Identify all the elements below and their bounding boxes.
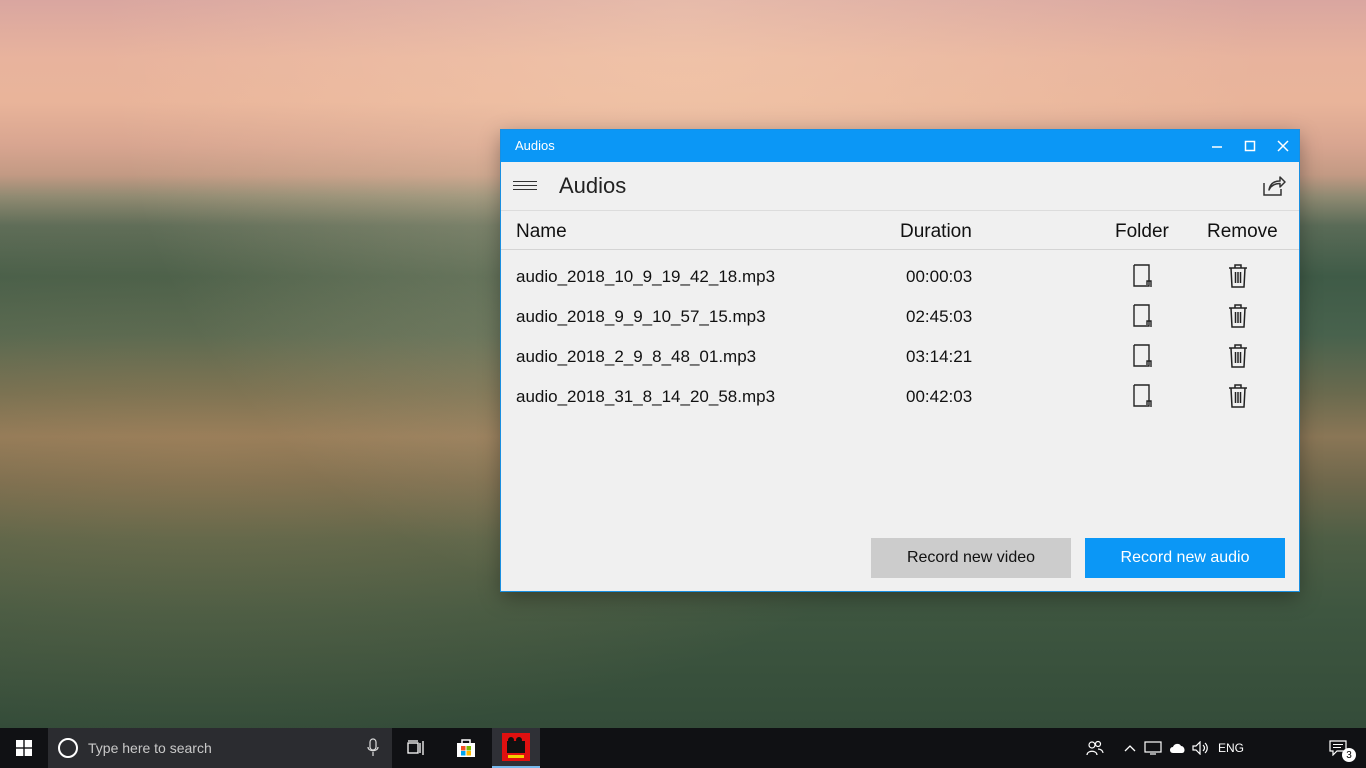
column-header-remove: Remove xyxy=(1207,221,1278,242)
audio-duration: 02:45:03 xyxy=(906,307,973,326)
taskbar-search-box[interactable]: Type here to search xyxy=(48,728,392,768)
audio-list: audio_2018_10_9_19_42_18.mp3 00:00:03 au… xyxy=(501,250,1299,416)
audio-name: audio_2018_2_9_8_48_01.mp3 xyxy=(516,347,757,366)
input-language-button[interactable]: ENG xyxy=(1214,728,1248,768)
audio-name: audio_2018_10_9_19_42_18.mp3 xyxy=(516,267,776,286)
folder-icon[interactable] xyxy=(1132,383,1154,409)
action-center-button[interactable]: 3 xyxy=(1318,728,1358,768)
app-bar: Audios xyxy=(501,162,1299,211)
trash-icon[interactable] xyxy=(1227,263,1249,289)
show-hidden-icons-button[interactable] xyxy=(1120,728,1140,768)
column-header-name[interactable]: Name xyxy=(516,221,567,243)
trash-icon[interactable] xyxy=(1227,383,1249,409)
cloud-icon xyxy=(1170,743,1185,753)
window-title: Audios xyxy=(515,138,555,153)
app-window: Audios Audios Name Duration Folder Remov… xyxy=(501,130,1299,591)
record-new-video-button[interactable]: Record new video xyxy=(871,538,1071,578)
network-icon xyxy=(1144,741,1162,755)
table-row[interactable]: audio_2018_31_8_14_20_58.mp3 00:42:03 xyxy=(501,376,1299,416)
onedrive-button[interactable] xyxy=(1166,728,1190,768)
maximize-icon xyxy=(1244,140,1255,152)
share-icon xyxy=(1263,176,1286,196)
title-bar[interactable]: Audios xyxy=(501,130,1299,162)
trash-icon[interactable] xyxy=(1227,343,1249,369)
notification-count-badge: 3 xyxy=(1342,748,1356,762)
recorder-app-icon xyxy=(502,733,530,761)
page-title: Audios xyxy=(559,173,627,198)
folder-icon[interactable] xyxy=(1132,343,1154,369)
table-row[interactable]: audio_2018_2_9_8_48_01.mp3 03:14:21 xyxy=(501,336,1299,376)
recorder-app-button[interactable] xyxy=(492,728,540,768)
network-button[interactable] xyxy=(1142,728,1164,768)
store-icon xyxy=(457,739,475,757)
audio-name: audio_2018_9_9_10_57_15.mp3 xyxy=(516,307,766,326)
chevron-up-icon xyxy=(1124,745,1136,752)
taskbar: Type here to search ENG 3 xyxy=(0,728,1366,768)
audio-duration: 03:14:21 xyxy=(906,347,973,366)
people-button[interactable] xyxy=(1080,728,1110,768)
table-row[interactable]: audio_2018_10_9_19_42_18.mp3 00:00:03 xyxy=(501,256,1299,296)
folder-icon[interactable] xyxy=(1132,303,1154,329)
record-new-audio-button[interactable]: Record new audio xyxy=(1085,538,1285,578)
minimize-icon xyxy=(1211,146,1222,148)
start-button[interactable] xyxy=(0,728,48,768)
hamburger-menu-icon[interactable] xyxy=(513,178,537,194)
table-row[interactable]: audio_2018_9_9_10_57_15.mp3 02:45:03 xyxy=(501,296,1299,336)
column-header-duration[interactable]: Duration xyxy=(900,221,972,243)
folder-icon[interactable] xyxy=(1132,263,1154,289)
audio-duration: 00:00:03 xyxy=(906,267,973,286)
audio-name: audio_2018_31_8_14_20_58.mp3 xyxy=(516,387,776,406)
share-button[interactable] xyxy=(1261,174,1287,198)
minimize-button[interactable] xyxy=(1200,130,1233,162)
close-button[interactable] xyxy=(1266,130,1299,162)
column-header-folder: Folder xyxy=(1115,221,1169,242)
task-view-icon xyxy=(407,740,424,755)
maximize-button[interactable] xyxy=(1233,130,1266,162)
cortana-icon xyxy=(58,738,78,758)
volume-button[interactable] xyxy=(1190,728,1212,768)
trash-icon[interactable] xyxy=(1227,303,1249,329)
people-icon xyxy=(1086,740,1104,756)
task-view-button[interactable] xyxy=(392,728,440,768)
microphone-icon[interactable] xyxy=(366,738,380,758)
store-button[interactable] xyxy=(442,728,490,768)
audio-duration: 00:42:03 xyxy=(906,387,973,406)
table-header: Name Duration Folder Remove xyxy=(501,211,1299,250)
close-icon xyxy=(1276,140,1289,152)
windows-logo-icon xyxy=(16,740,32,756)
volume-icon xyxy=(1192,741,1208,755)
input-language: ENG xyxy=(1217,741,1244,755)
search-placeholder: Type here to search xyxy=(88,740,212,756)
